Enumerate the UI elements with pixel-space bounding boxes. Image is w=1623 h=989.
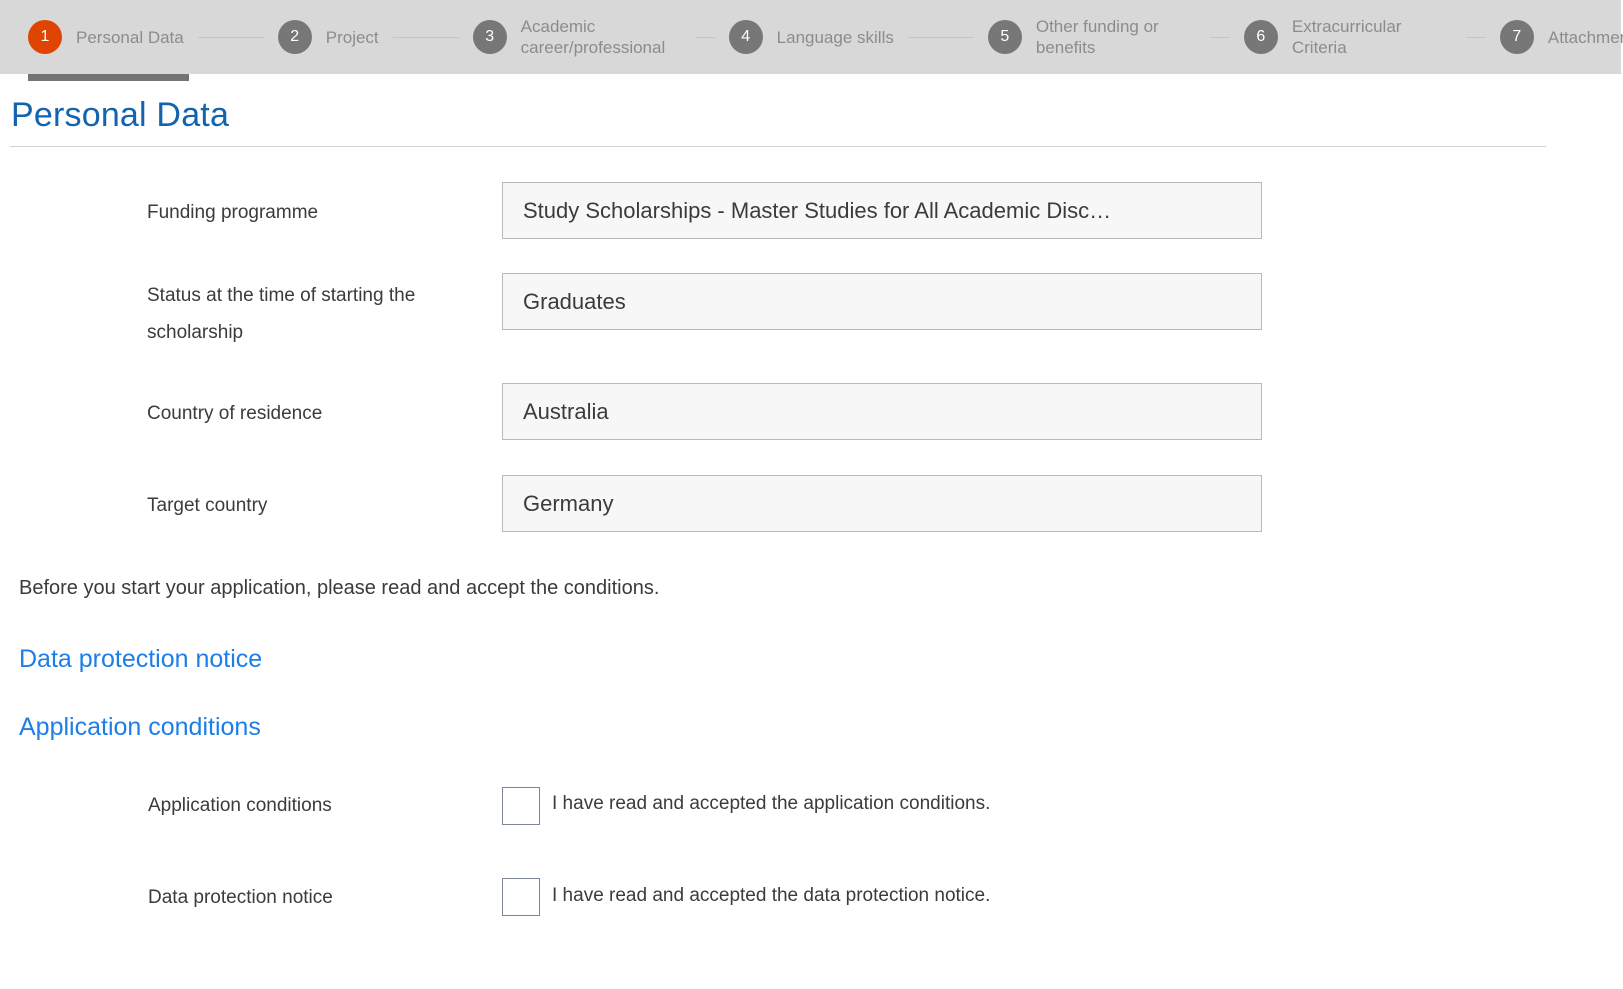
- conditions-intro-text: Before you start your application, pleas…: [19, 577, 660, 599]
- step-label-personal-data: Personal Data: [76, 27, 184, 47]
- stepper-step-academic-career[interactable]: 3 Academic career/professional: [472, 16, 681, 58]
- step-number-badge-5: 5: [987, 20, 1022, 54]
- step-number-badge-7: 7: [1499, 20, 1534, 54]
- step-number-badge-3: 3: [472, 20, 507, 54]
- label-data-protection-checkbox: Data protection notice: [148, 887, 333, 908]
- step-number-badge-1: 1: [28, 20, 62, 54]
- progress-stepper: 1 Personal Data 2 Project 3 Academic car…: [0, 0, 1623, 74]
- step-label-academic-career: Academic career/professional: [520, 17, 666, 57]
- stepper-connector-1-2: [197, 36, 264, 38]
- checkbox-text-application-conditions: I have read and accepted the application…: [552, 793, 991, 814]
- stepper-step-project[interactable]: 2 Project: [277, 20, 379, 54]
- step-number-badge-2: 2: [277, 20, 312, 54]
- label-status-at-start: Status at the time of starting the schol…: [147, 285, 416, 343]
- checkbox-text-data-protection-notice: I have read and accepted the data protec…: [552, 885, 991, 906]
- step-label-other-funding: Other funding or benefits: [1035, 17, 1159, 57]
- step-label-attachments: Attachments: [1547, 27, 1623, 47]
- stepper-connector-4-5: [907, 36, 974, 38]
- title-divider: [10, 146, 1546, 147]
- stepper-step-personal-data[interactable]: 1 Personal Data: [28, 20, 184, 54]
- stepper-connector-3-4: [694, 36, 715, 38]
- stepper-step-attachments[interactable]: 7 Attachments: [1499, 20, 1623, 54]
- stepper-connector-5-6: [1209, 36, 1230, 38]
- step-number-badge-4: 4: [728, 20, 763, 54]
- stepper-step-extracurricular-criteria[interactable]: 6 Extracurricular Criteria: [1243, 16, 1452, 58]
- stepper-connector-2-3: [392, 36, 459, 38]
- checkbox-application-conditions[interactable]: [502, 787, 540, 825]
- step-number-badge-6: 6: [1243, 20, 1278, 54]
- field-target-country[interactable]: Germany: [502, 475, 1262, 532]
- link-data-protection-notice[interactable]: Data protection notice: [19, 645, 262, 674]
- stepper-step-other-funding[interactable]: 5 Other funding or benefits: [987, 16, 1196, 58]
- step-label-project: Project: [325, 27, 379, 47]
- stepper-step-list: 1 Personal Data 2 Project 3 Academic car…: [0, 0, 1623, 74]
- active-step-underline: [28, 74, 189, 81]
- step-label-language-skills: Language skills: [776, 27, 894, 47]
- field-status-at-start[interactable]: Graduates: [502, 273, 1262, 330]
- label-application-conditions-checkbox: Application conditions: [148, 795, 332, 816]
- stepper-connector-6-7: [1465, 36, 1486, 38]
- stepper-step-language-skills[interactable]: 4 Language skills: [728, 20, 894, 54]
- field-funding-programme[interactable]: Study Scholarships - Master Studies for …: [502, 182, 1262, 239]
- step-label-extracurricular-criteria: Extracurricular Criteria: [1291, 17, 1402, 57]
- link-application-conditions[interactable]: Application conditions: [19, 713, 261, 742]
- page-title: Personal Data: [11, 96, 230, 134]
- checkbox-data-protection-notice[interactable]: [502, 878, 540, 916]
- field-country-of-residence[interactable]: Australia: [502, 383, 1262, 440]
- label-target-country: Target country: [147, 495, 268, 516]
- label-country-of-residence: Country of residence: [147, 403, 323, 424]
- label-funding-programme: Funding programme: [147, 202, 319, 223]
